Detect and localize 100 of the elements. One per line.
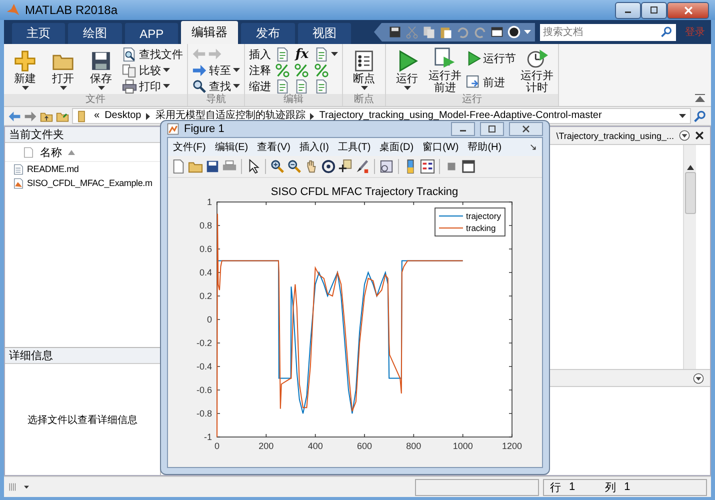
document-icon[interactable] [314,78,329,94]
file-name[interactable]: README.md [27,164,79,174]
document-icon[interactable] [314,46,329,62]
zoom-in-icon[interactable] [270,159,285,174]
percent-icon[interactable] [294,62,309,78]
close-icon[interactable] [695,131,704,140]
back-icon[interactable] [8,110,21,122]
maximize-button[interactable] [480,122,504,136]
ribbon-tab[interactable]: 绘图 [68,23,122,44]
window-icon[interactable] [490,25,504,39]
column-header[interactable]: 名称 [40,144,62,160]
scrollbar[interactable] [683,145,696,369]
caret-icon[interactable] [163,68,170,72]
path-segment[interactable]: Trajectory_tracking_using_Model-Free-Adaptive-Control-master [319,109,602,123]
maximize-icon [650,6,658,14]
document-icon[interactable] [275,46,290,62]
path-segment[interactable]: 采用无模型自适应控制的轨迹跟踪 [155,109,306,123]
path-overflow[interactable]: « [94,109,100,123]
function-button[interactable]: fx [294,46,310,62]
menu-item[interactable]: 插入(I) [299,140,329,154]
scrollbar-thumb[interactable] [684,172,696,214]
ribbon-button[interactable]: 打开 [46,50,80,90]
ribbon-button[interactable]: 运行并计时 [520,46,554,94]
menu-item[interactable]: 窗口(W) [422,140,459,154]
menu-item[interactable]: 桌面(D) [380,140,414,154]
link-plot-icon[interactable] [379,159,394,174]
menu-item[interactable]: 编辑(E) [214,140,248,154]
caret-icon[interactable] [360,86,368,90]
ribbon-button[interactable]: 保存 [84,50,118,90]
ribbon-tab[interactable]: 主页 [12,23,66,44]
ribbon-tab[interactable]: 视图 [298,23,351,44]
ribbon-button[interactable]: 运行 [390,50,424,90]
search-field[interactable]: 搜索文档 [540,24,658,40]
document-icon[interactable] [275,78,290,94]
group-label: 导航 [188,94,244,106]
caret-icon[interactable] [163,84,170,88]
collapse-icon[interactable] [695,94,705,102]
ribbon-tab[interactable]: APP [124,23,178,44]
separator-icon [310,112,314,120]
copy-icon[interactable] [422,25,436,39]
caret-icon[interactable] [98,86,104,90]
ribbon-button[interactable]: 断点 [347,50,381,90]
save-icon[interactable] [388,25,402,39]
data-cursor-icon[interactable] [338,159,353,174]
caret-icon[interactable] [233,84,240,89]
search-icon[interactable] [660,26,673,38]
new-file-icon[interactable] [171,159,186,174]
caret-icon[interactable] [404,86,410,90]
dropdown-icon[interactable] [679,130,690,141]
sort-icon[interactable] [68,150,75,154]
ribbon-button[interactable]: 转至 [192,62,240,78]
ribbon-button[interactable]: 查找文件 [122,46,183,62]
maximize-button[interactable] [641,2,667,18]
ribbon-button[interactable]: 运行节 [466,50,516,66]
percent-icon[interactable] [314,62,329,78]
save-icon[interactable] [205,159,220,174]
caret-icon[interactable] [331,52,338,56]
ribbon-button[interactable]: 新建 [8,50,42,90]
printer-icon [122,78,137,94]
editor-tab[interactable]: \Trajectory_tracking_using_... [556,130,674,140]
ribbon-tab[interactable]: 编辑器 [181,21,238,44]
legend-icon[interactable] [420,159,435,174]
ribbon-button[interactable]: 比较 [122,62,183,78]
caret-icon[interactable] [60,86,66,90]
menu-item[interactable]: 工具(T) [338,140,371,154]
tick-label: -0.6 [196,385,212,395]
brush-icon[interactable] [355,159,370,174]
percent-icon[interactable] [275,62,290,78]
forward-icon[interactable] [24,110,37,122]
zoom-out-icon[interactable] [287,159,302,174]
close-button[interactable] [667,2,709,18]
ribbon-button[interactable]: 运行并前进 [428,46,462,94]
ribbon-tab[interactable]: 发布 [241,23,295,44]
caret-icon[interactable] [679,114,686,118]
caret-icon[interactable] [22,86,28,90]
minimize-button[interactable] [451,122,475,136]
caret-icon[interactable] [233,68,240,73]
rotate-icon[interactable] [321,159,336,174]
path-segment[interactable]: Desktop [104,109,142,123]
search-icon[interactable] [694,110,707,122]
help-icon[interactable] [506,25,521,39]
dropdown-icon[interactable] [693,372,704,384]
minimize-button[interactable] [615,2,641,18]
menu-item[interactable]: 帮助(H) [468,140,502,154]
paste-icon[interactable] [438,25,453,39]
compare-icon [122,62,137,78]
caret-icon[interactable] [24,484,29,490]
maximize-icon [488,125,496,133]
undock-icon[interactable] [530,144,537,150]
file-name[interactable]: SISO_CFDL_MFAC_Example.m [27,178,152,188]
scroll-up-icon[interactable] [686,165,694,170]
ribbon-button[interactable]: 查找 [192,78,240,94]
ribbon-button[interactable]: 前进 [466,74,516,90]
menu-item[interactable]: 查看(V) [257,140,290,154]
ribbon-button[interactable]: 打印 [122,78,183,94]
close-button[interactable] [509,122,543,136]
dock-icon[interactable] [461,159,476,174]
document-icon [23,146,34,158]
document-icon[interactable] [294,78,309,94]
menu-item[interactable]: 文件(F) [173,140,206,154]
